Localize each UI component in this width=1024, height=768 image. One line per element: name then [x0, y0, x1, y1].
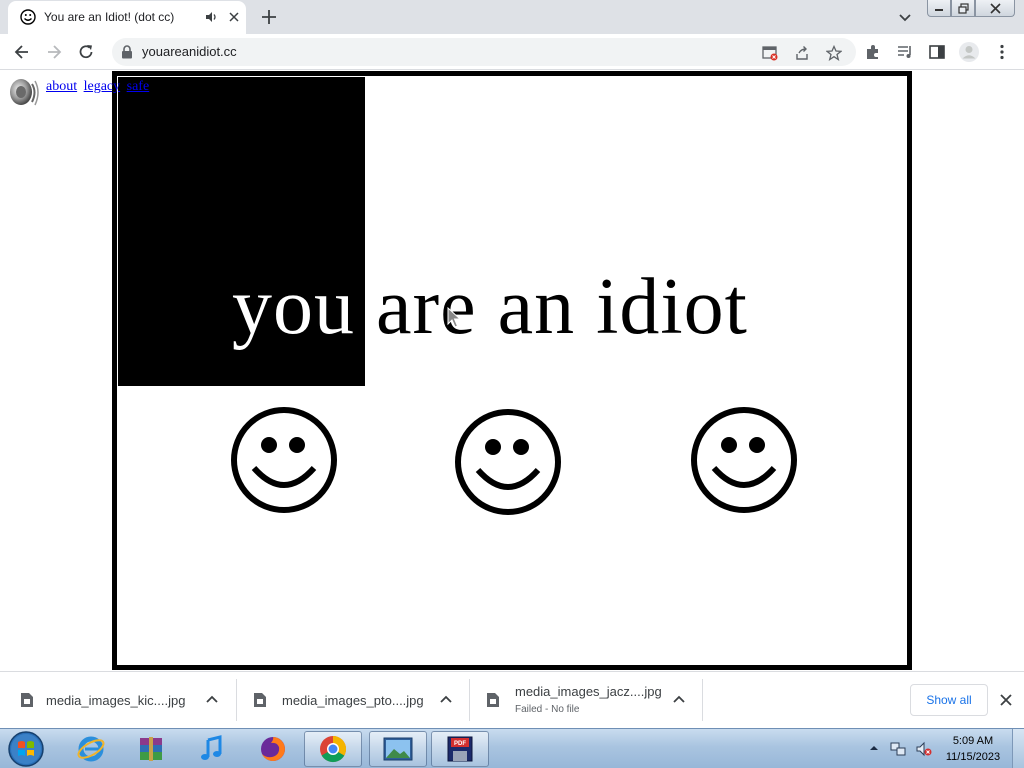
windows-taskbar: PDF 5:09 AM 11/15/2023: [0, 728, 1024, 768]
media-control-icon[interactable]: [896, 43, 914, 61]
itunes-music-note-icon: [201, 735, 222, 760]
photo-viewer-icon: [383, 737, 413, 761]
file-icon: [254, 693, 266, 707]
smiley-favicon-icon: [20, 9, 36, 25]
taskbar-winrar[interactable]: [122, 731, 180, 767]
download-item-failed[interactable]: media_images_jacz....jpg Failed - No fil…: [482, 679, 703, 721]
speaker-sound-icon[interactable]: [6, 76, 40, 110]
share-icon[interactable]: [794, 45, 810, 61]
taskbar-firefox[interactable]: [244, 731, 302, 767]
network-icon[interactable]: [890, 741, 906, 757]
url-text[interactable]: youareanidiot.cc: [142, 44, 237, 59]
browser-toolbar: youareanidiot.cc: [0, 34, 1024, 70]
blocked-popup-icon[interactable]: [762, 45, 778, 61]
show-desktop-button[interactable]: [1012, 729, 1024, 768]
download-status: Failed - No file: [515, 704, 580, 715]
file-icon: [487, 693, 499, 707]
smiley-face-icon: [231, 407, 337, 513]
mouse-pointer-icon: [447, 307, 462, 328]
close-window-icon: [989, 2, 1001, 14]
chrome-menu-kebab-icon[interactable]: [993, 43, 1011, 61]
volume-muted-icon[interactable]: [916, 741, 932, 757]
legacy-link[interactable]: legacy: [84, 79, 121, 94]
tab-search-chevron-icon[interactable]: [896, 8, 914, 26]
download-shelf: media_images_kic....jpg media_images_pto…: [0, 671, 1024, 728]
about-link[interactable]: about: [46, 79, 77, 94]
taskbar-pdf-app[interactable]: PDF: [431, 731, 489, 767]
page-top-links: about legacy safe: [46, 79, 152, 95]
bookmark-star-icon[interactable]: [826, 45, 842, 61]
clock-time: 5:09 AM: [952, 735, 994, 747]
taskbar-itunes[interactable]: [183, 731, 241, 767]
lock-icon[interactable]: [121, 45, 133, 59]
chevron-up-icon[interactable]: [672, 693, 686, 707]
headline-text: you are an idiot: [232, 257, 748, 357]
forward-arrow-icon[interactable]: [44, 42, 64, 62]
back-arrow-icon[interactable]: [12, 42, 32, 62]
headline-normal-part: are an idiot: [355, 263, 748, 351]
taskbar-chrome[interactable]: [304, 731, 362, 767]
address-bar[interactable]: youareanidiot.cc: [112, 38, 856, 66]
download-filename: media_images_pto....jpg: [282, 693, 424, 708]
tab-audio-playing-icon[interactable]: [204, 10, 218, 24]
tab-strip: You are an Idiot! (dot cc): [0, 0, 1024, 34]
pdf-floppy-icon: PDF: [447, 736, 473, 762]
file-icon: [21, 693, 33, 707]
smiley-face-icon: [455, 409, 561, 515]
tab-title: You are an Idiot! (dot cc): [44, 10, 175, 24]
download-item[interactable]: media_images_kic....jpg: [16, 679, 237, 721]
chrome-icon: [320, 735, 347, 763]
web-page: about legacy safe you are an idiot: [0, 71, 1024, 671]
side-panel-icon[interactable]: [928, 43, 946, 61]
svg-text:PDF: PDF: [454, 741, 466, 747]
close-shelf-icon[interactable]: [998, 692, 1014, 708]
profile-avatar-icon[interactable]: [958, 41, 980, 63]
download-filename: media_images_kic....jpg: [46, 693, 186, 708]
minimize-icon: [935, 9, 943, 11]
clock-date: 11/15/2023: [945, 751, 1001, 763]
taskbar-internet-explorer[interactable]: [62, 731, 120, 767]
show-all-button[interactable]: Show all: [910, 684, 988, 716]
minimize-button[interactable]: [927, 0, 951, 17]
active-tab[interactable]: You are an Idiot! (dot cc): [8, 1, 246, 34]
taskbar-photo-viewer[interactable]: [369, 731, 427, 767]
close-window-button[interactable]: [975, 0, 1015, 17]
restore-icon: [957, 2, 969, 14]
safe-link[interactable]: safe: [127, 79, 150, 94]
tab-close-icon[interactable]: [226, 9, 242, 25]
chevron-up-icon[interactable]: [205, 693, 219, 707]
headline-inverted-part: you: [232, 263, 355, 351]
window-controls: [927, 0, 1015, 18]
start-orb-icon[interactable]: [6, 730, 46, 768]
smiley-face-icon: [691, 407, 797, 513]
winrar-archive-icon: [140, 737, 162, 761]
new-tab-plus-icon[interactable]: [259, 7, 279, 27]
show-hidden-icons-chevron-icon[interactable]: [869, 743, 879, 753]
restore-button[interactable]: [951, 0, 975, 17]
internet-explorer-icon: [77, 736, 105, 762]
chevron-up-icon[interactable]: [439, 693, 453, 707]
download-item[interactable]: media_images_pto....jpg: [249, 679, 470, 721]
taskbar-clock[interactable]: 5:09 AM 11/15/2023: [940, 733, 1006, 765]
download-filename: media_images_jacz....jpg: [515, 684, 662, 699]
firefox-icon: [261, 737, 285, 761]
reload-icon[interactable]: [76, 42, 96, 62]
extensions-puzzle-icon[interactable]: [864, 43, 882, 61]
